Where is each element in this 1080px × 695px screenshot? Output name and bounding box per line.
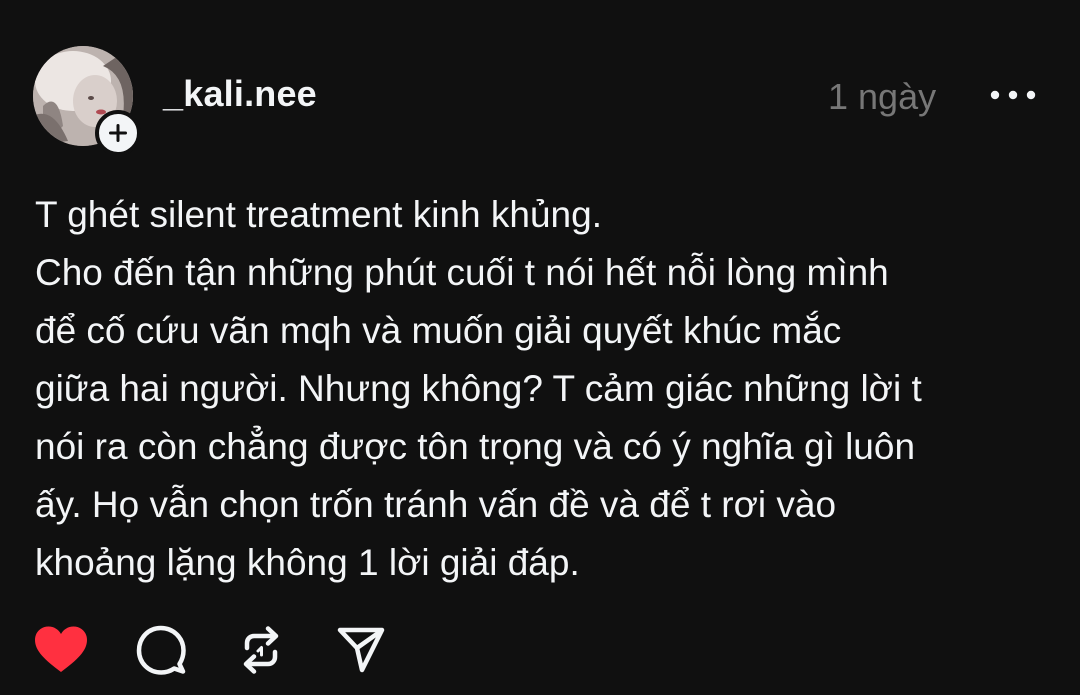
plus-icon <box>109 124 127 142</box>
comment-icon <box>136 625 186 675</box>
ellipsis-icon <box>990 90 1036 100</box>
send-icon <box>337 627 385 673</box>
post-text-line: nói ra còn chẳng được tôn trọng và có ý … <box>35 426 916 467</box>
post-text-line: khoảng lặng không 1 lời giải đáp. <box>35 542 580 583</box>
repost-button[interactable] <box>233 622 289 678</box>
reply-button[interactable] <box>133 622 189 678</box>
post-text-line: T ghét silent treatment kinh khủng. <box>35 194 602 235</box>
post-timestamp: 1 ngày <box>828 76 937 117</box>
author-avatar-container[interactable] <box>33 46 141 156</box>
share-button[interactable] <box>333 622 389 678</box>
more-options-button[interactable] <box>985 80 1041 110</box>
like-button[interactable] <box>33 622 89 678</box>
post-text: T ghét silent treatment kinh khủng. Cho … <box>35 186 1045 592</box>
post-text-line: để cố cứu vãn mqh và muốn giải quyết khú… <box>35 310 842 351</box>
thread-post: _kali.nee 1 ngày T ghét silent treatment… <box>0 0 1080 695</box>
post-text-line: Cho đến tận những phút cuối t nói hết nỗ… <box>35 252 889 293</box>
post-text-line: giữa hai người. Nhưng không? T cảm giác … <box>35 368 922 409</box>
follow-button[interactable] <box>95 110 141 156</box>
heart-icon <box>35 626 87 672</box>
author-username[interactable]: _kali.nee <box>163 73 317 115</box>
repost-icon <box>243 626 279 674</box>
post-text-line: ấy. Họ vẫn chọn trốn tránh vấn đề và để … <box>35 484 837 525</box>
